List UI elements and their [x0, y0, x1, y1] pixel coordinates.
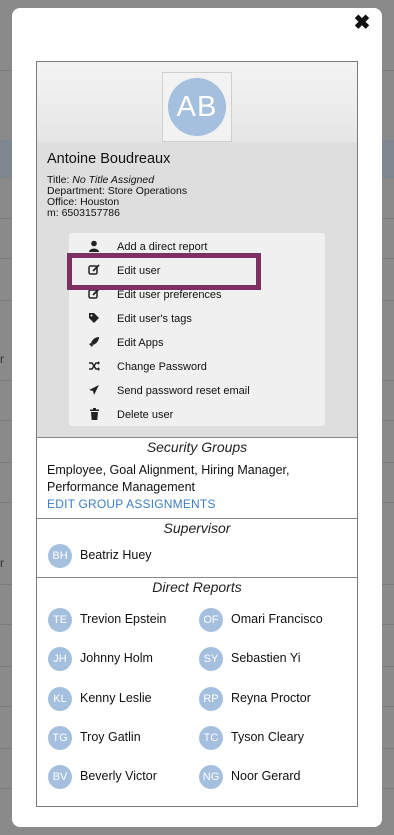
avatar: JH [48, 647, 72, 671]
menu-item-label: Edit user preferences [117, 289, 222, 301]
trash-icon [87, 408, 101, 422]
menu-item-label: Delete user [117, 409, 174, 421]
direct-reports-title: Direct Reports [152, 579, 242, 595]
edit-group-assignments-link[interactable]: EDIT GROUP ASSIGNMENTS [47, 497, 216, 511]
person-name: Reyna Proctor [231, 691, 311, 705]
background-text-fragment: r [0, 556, 4, 570]
menu-item-label: Send password reset email [117, 385, 250, 397]
avatar: KL [48, 687, 72, 711]
person-name: Tyson Cleary [231, 730, 304, 744]
menu-item-label: Edit Apps [117, 337, 164, 349]
edit-icon [87, 288, 101, 302]
avatar: RP [199, 687, 223, 711]
person-name: Johnny Holm [80, 651, 153, 665]
user-info: Title: No Title Assigned Department: Sto… [47, 175, 187, 219]
menu-item-change-password[interactable]: Change Password [69, 356, 325, 378]
avatar: NG [199, 765, 223, 789]
person-name: Beatriz Huey [80, 548, 152, 562]
mobile-line: m: 6503157786 [47, 207, 120, 219]
edit-user-highlight [67, 253, 261, 290]
menu-item-send-password-reset[interactable]: Send password reset email [69, 380, 325, 402]
person-name: Omari Francisco [231, 612, 323, 626]
send-icon [87, 384, 101, 398]
menu-item-edit-user-tags[interactable]: Edit user's tags [69, 308, 325, 330]
shuffle-icon [87, 360, 101, 374]
person-name: Beverly Victor [80, 769, 157, 783]
person-name: Trevion Epstein [80, 612, 167, 626]
menu-item-delete-user[interactable]: Delete user [69, 404, 325, 426]
avatar: TC [199, 726, 223, 750]
avatar: BH [48, 544, 72, 568]
section-divider [37, 518, 357, 519]
profile-header: AB Antoine Boudreaux Title: No Title Ass… [37, 62, 357, 438]
avatar: TE [48, 608, 72, 632]
avatar[interactable]: AB [168, 78, 226, 136]
person-name: Noor Gerard [231, 769, 301, 783]
security-groups-list: Employee, Goal Alignment, Hiring Manager… [47, 463, 290, 494]
avatar: OF [199, 608, 223, 632]
tags-icon [87, 312, 101, 326]
supervisor-title: Supervisor [163, 520, 231, 536]
close-icon[interactable]: ✖ [352, 12, 372, 34]
menu-item-label: Edit user's tags [117, 313, 192, 325]
rocket-icon [87, 336, 101, 350]
person-name: Sebastien Yi [231, 651, 301, 665]
person-name: Troy Gatlin [80, 730, 141, 744]
person-name: Kenny Leslie [80, 691, 152, 705]
profile-photo-frame: AB [162, 72, 232, 142]
user-card: AB Antoine Boudreaux Title: No Title Ass… [36, 61, 358, 807]
security-groups-title: Security Groups [146, 439, 248, 455]
avatar: BV [48, 765, 72, 789]
background-text-fragment: r [0, 352, 4, 366]
user-actions-menu: Add a direct report Edit user Edit user … [67, 233, 325, 426]
person-icon [87, 240, 101, 254]
menu-item-edit-apps[interactable]: Edit Apps [69, 332, 325, 354]
section-divider [37, 577, 357, 578]
user-profile-modal: ✖ AB Antoine Boudreaux Title: No Title A… [12, 8, 382, 827]
menu-item-label: Change Password [117, 361, 207, 373]
avatar: TG [48, 726, 72, 750]
avatar: SY [199, 647, 223, 671]
user-name: Antoine Boudreaux [47, 151, 171, 167]
menu-item-label: Add a direct report [117, 241, 208, 253]
